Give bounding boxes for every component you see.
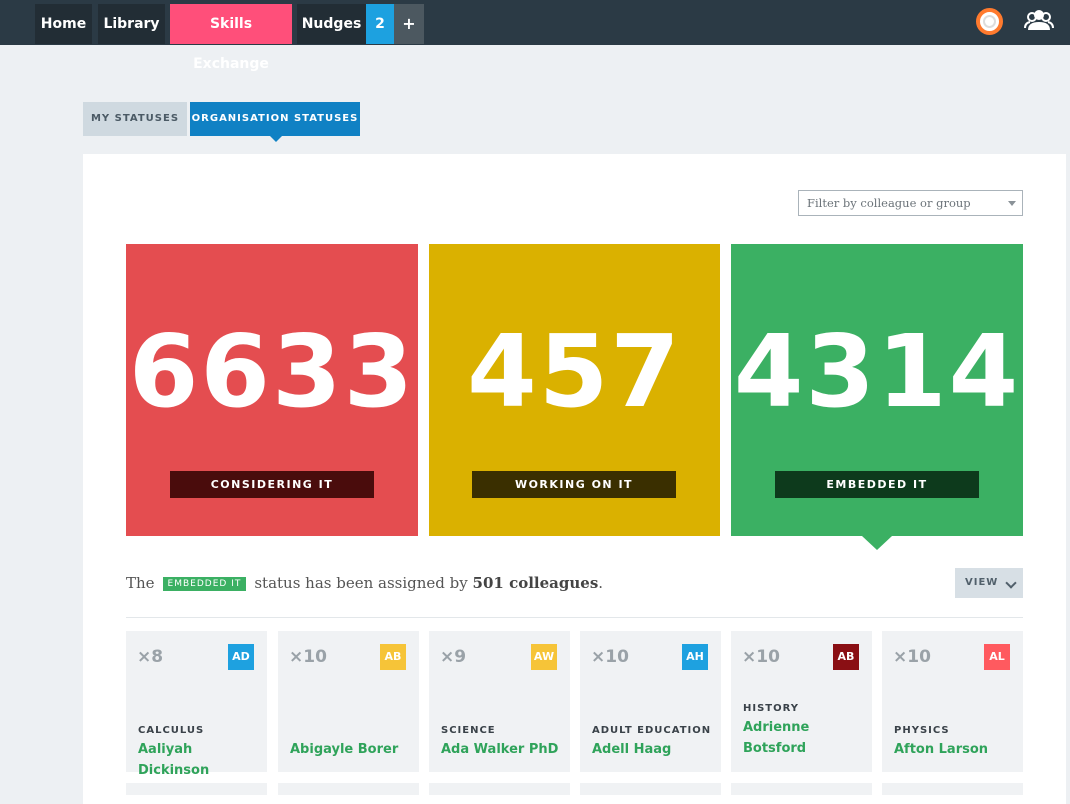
- colleague-card[interactable]: [580, 783, 721, 795]
- colleague-card[interactable]: ×9 AW SCIENCE Ada Walker PhD: [429, 631, 570, 772]
- stat-label: EMBEDDED IT: [775, 471, 979, 498]
- nav-home[interactable]: Home: [35, 4, 92, 44]
- status-count: ×8: [137, 647, 164, 667]
- colleague-card[interactable]: [278, 783, 419, 795]
- stat-value: 457: [467, 313, 682, 430]
- nav-library[interactable]: Library: [98, 4, 165, 44]
- colleague-name-link[interactable]: Adrienne Botsford: [743, 717, 843, 759]
- colleague-name-link[interactable]: Abigayle Borer: [290, 739, 415, 760]
- status-count: ×10: [742, 647, 780, 667]
- stat-embedded-it[interactable]: 4314 EMBEDDED IT: [731, 244, 1023, 550]
- colleague-count: 501 colleagues: [472, 574, 599, 592]
- stat-considering-it[interactable]: 6633 CONSIDERING IT: [126, 244, 418, 536]
- tab-my-statuses[interactable]: MY STATUSES: [83, 102, 187, 136]
- view-button-label: VIEW: [965, 577, 999, 588]
- status-count: ×10: [893, 647, 931, 667]
- colleague-card[interactable]: [126, 783, 267, 795]
- summary-prefix: The: [126, 574, 155, 592]
- divider: [126, 617, 1023, 618]
- nav-nudges[interactable]: Nudges: [297, 4, 366, 44]
- top-navigation-bar: Home Library Skills Exchange Nudges 2 +: [0, 0, 1070, 72]
- stat-value: 6633: [128, 313, 416, 430]
- avatar: AL: [984, 644, 1010, 670]
- nav-skills-exchange[interactable]: Skills Exchange: [170, 4, 292, 72]
- colleague-group-filter[interactable]: Filter by colleague or group: [798, 190, 1023, 216]
- status-summary: The EMBEDDED IT status has been assigned b…: [126, 572, 826, 594]
- colleague-card[interactable]: [882, 783, 1023, 795]
- stat-value: 4314: [733, 313, 1021, 430]
- view-button[interactable]: VIEW: [955, 568, 1023, 598]
- colleague-card[interactable]: ×10 AB Abigayle Borer: [278, 631, 419, 772]
- colleague-card[interactable]: ×8 AD CALCULUS Aaliyah Dickinson: [126, 631, 267, 778]
- summary-suffix: .: [598, 574, 604, 592]
- colleague-card[interactable]: [731, 783, 872, 795]
- card-subject: SCIENCE: [441, 725, 496, 736]
- colleague-name-link[interactable]: Ada Walker PhD: [441, 739, 566, 760]
- filter-placeholder: Filter by colleague or group: [807, 196, 971, 210]
- avatar: AW: [531, 644, 557, 670]
- caret-down-icon: [1008, 201, 1016, 206]
- lifebuoy-icon[interactable]: [976, 8, 1003, 35]
- colleague-name-link[interactable]: Adell Haag: [592, 739, 717, 760]
- avatar: AB: [380, 644, 406, 670]
- tab-organisation-statuses[interactable]: ORGANISATION STATUSES: [190, 102, 360, 142]
- colleague-card[interactable]: ×10 AL PHYSICS Afton Larson: [882, 631, 1023, 772]
- card-subject: ADULT EDUCATION: [592, 725, 712, 736]
- colleague-card[interactable]: [429, 783, 570, 795]
- summary-middle: status has been assigned by: [254, 574, 468, 592]
- status-count: ×10: [591, 647, 629, 667]
- status-pill: EMBEDDED IT: [162, 577, 247, 591]
- stat-working-on-it[interactable]: 457 WORKING ON IT: [429, 244, 720, 536]
- stat-label: CONSIDERING IT: [170, 471, 374, 498]
- colleague-card[interactable]: ×10 AB HISTORY Adrienne Botsford: [731, 631, 872, 772]
- chevron-down-icon: [1005, 577, 1017, 589]
- avatar: AH: [682, 644, 708, 670]
- card-subject: HISTORY: [743, 703, 800, 714]
- nudges-count-badge[interactable]: 2: [366, 4, 394, 44]
- card-subject: CALCULUS: [138, 725, 205, 736]
- add-button[interactable]: +: [394, 4, 424, 44]
- colleague-name-link[interactable]: Aaliyah Dickinson: [138, 739, 263, 781]
- stat-label: WORKING ON IT: [472, 471, 676, 498]
- status-count: ×10: [289, 647, 327, 667]
- colleague-name-link[interactable]: Afton Larson: [894, 739, 1019, 760]
- colleagues-icon[interactable]: [1024, 8, 1054, 34]
- avatar: AB: [833, 644, 859, 670]
- status-count: ×9: [440, 647, 467, 667]
- colleague-card[interactable]: ×10 AH ADULT EDUCATION Adell Haag: [580, 631, 721, 772]
- avatar: AD: [228, 644, 254, 670]
- card-subject: PHYSICS: [894, 725, 950, 736]
